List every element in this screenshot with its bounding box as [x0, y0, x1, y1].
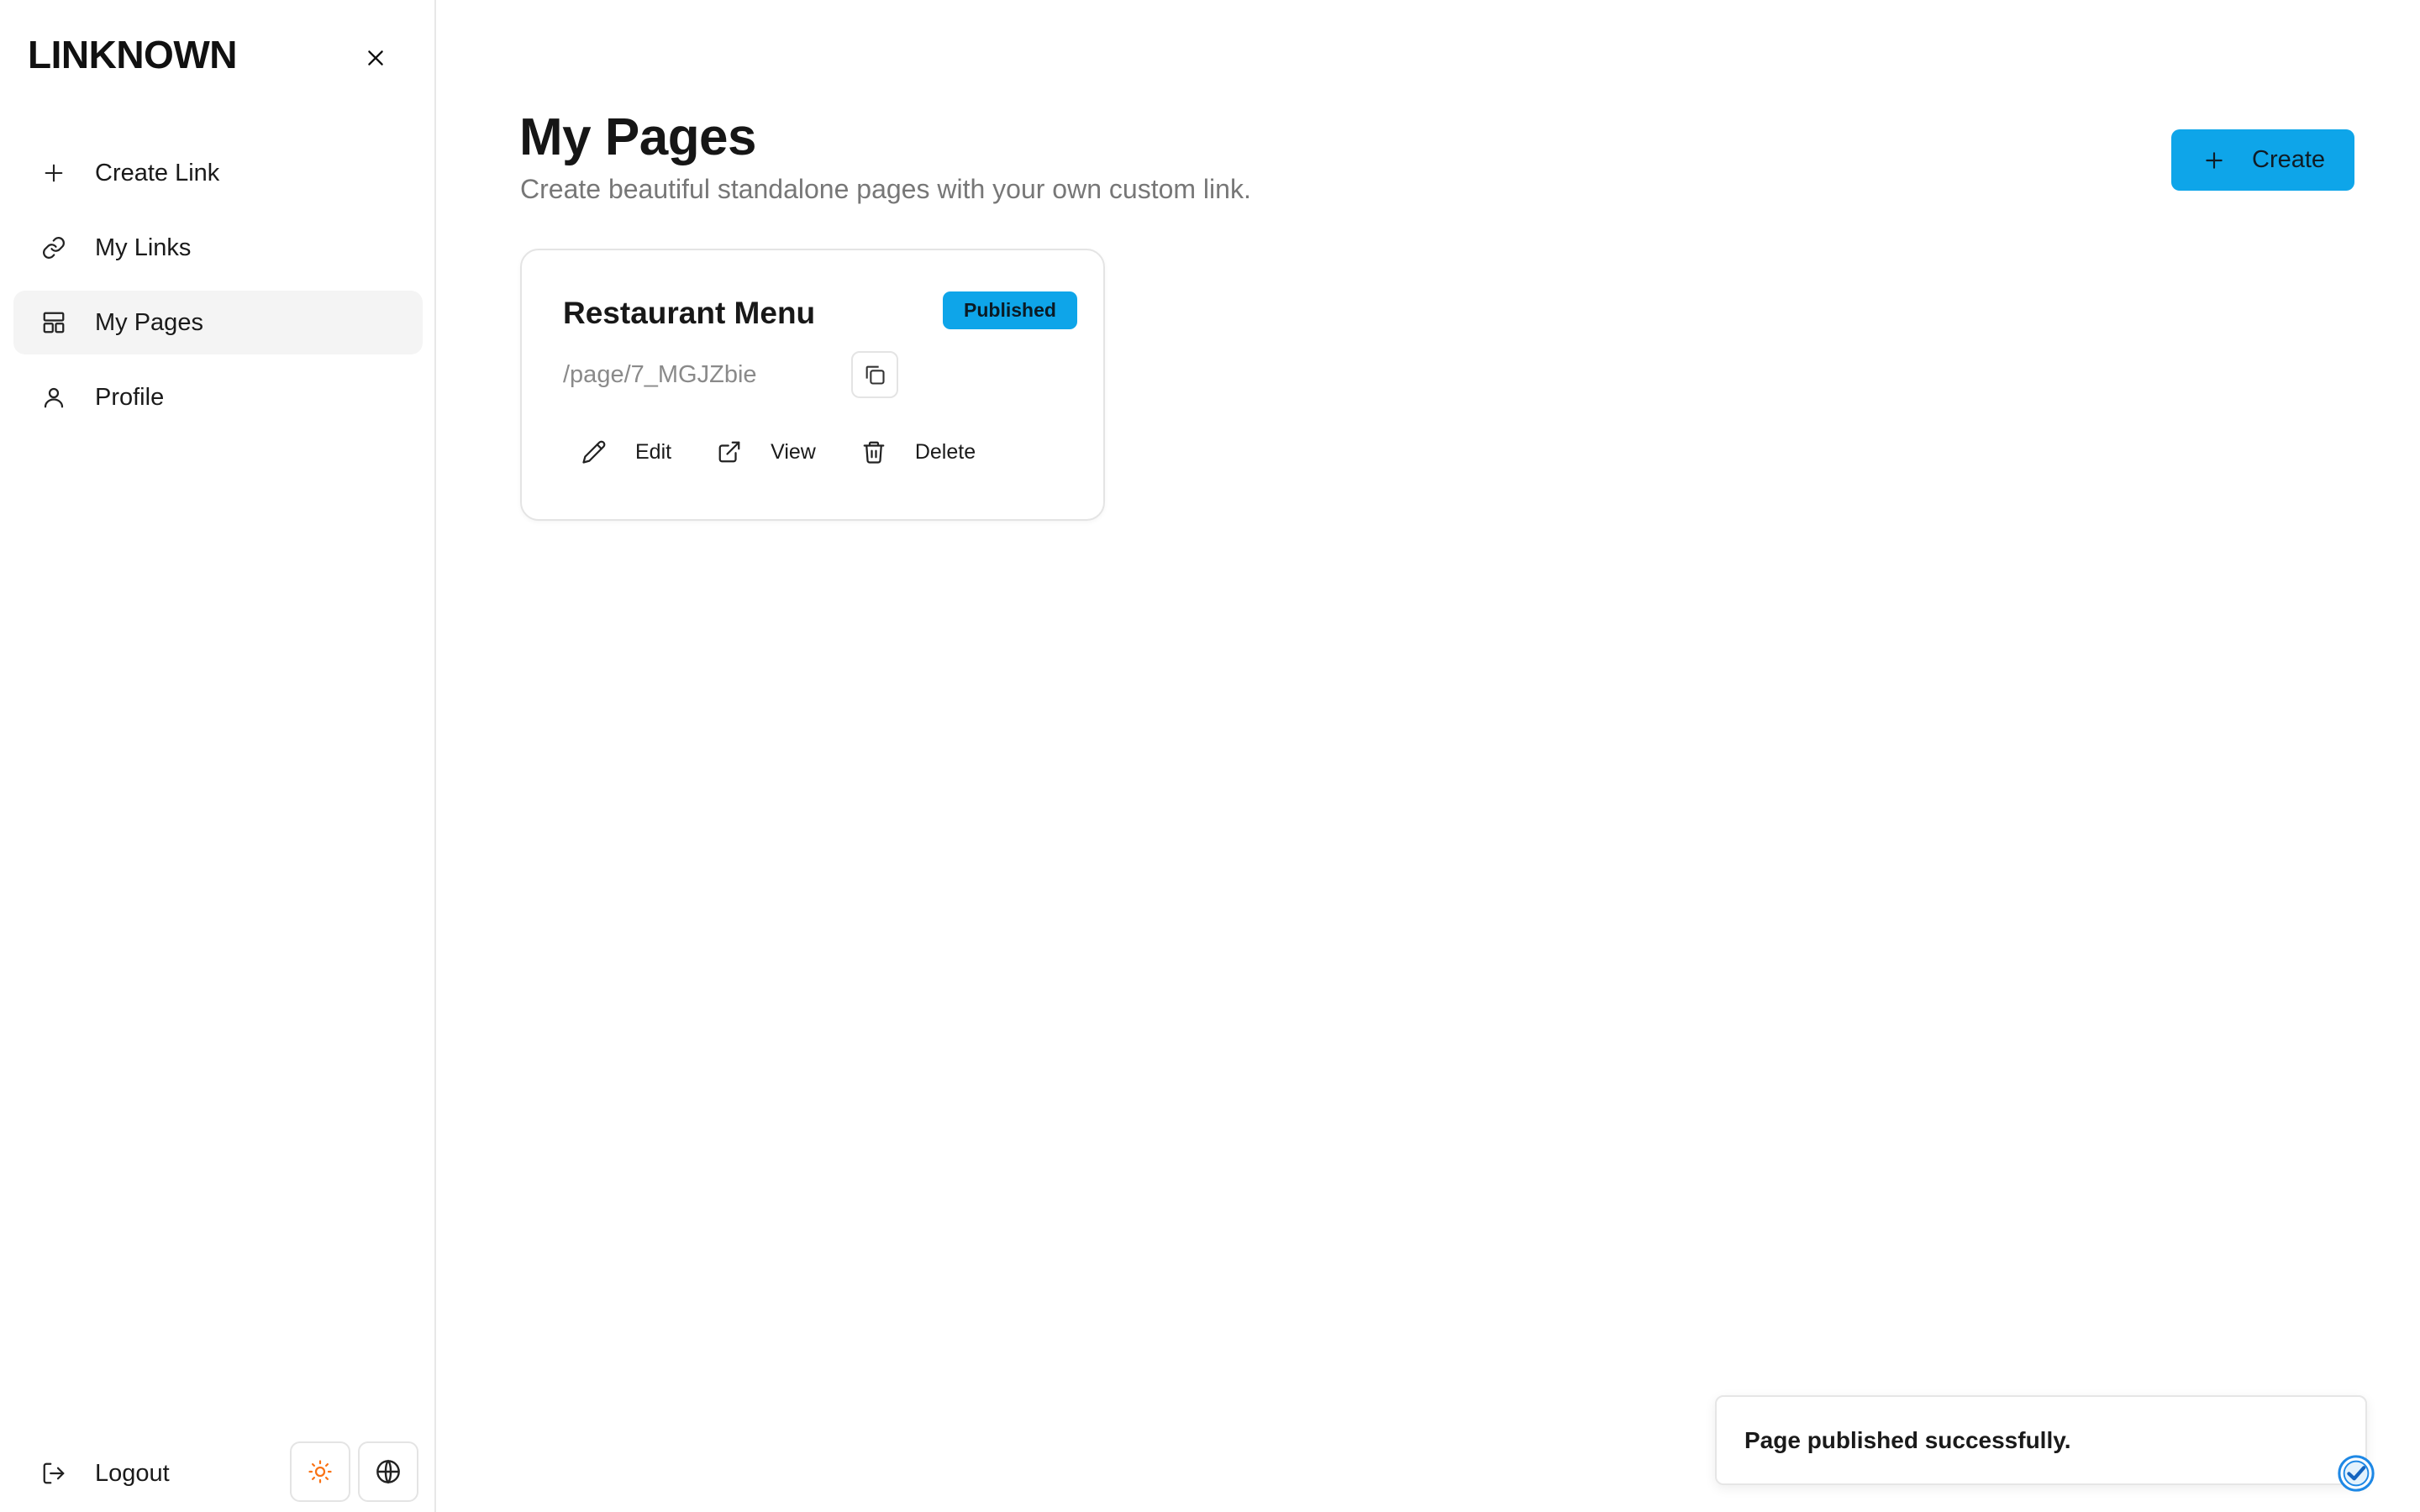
sidebar: LINKNOWN Create Link My Links My Pages P… [0, 0, 436, 1512]
create-button-label: Create [2252, 146, 2326, 173]
sidebar-footer: Logout [13, 1441, 423, 1505]
sidebar-item-label: Profile [95, 383, 165, 411]
edit-label: Edit [635, 439, 672, 464]
create-page-button[interactable]: Create [2171, 129, 2354, 191]
sidebar-item-my-pages[interactable]: My Pages [13, 291, 423, 354]
sidebar-item-my-links[interactable]: My Links [13, 216, 423, 280]
theme-toggle-button[interactable] [290, 1441, 350, 1502]
page-card-actions: Edit View Delete [563, 424, 992, 480]
delete-label: Delete [914, 439, 976, 464]
app-root: LINKNOWN Create Link My Links My Pages P… [0, 0, 2420, 1512]
view-label: View [771, 439, 816, 464]
toast-notification: Page published successfully. [1715, 1395, 2367, 1485]
pencil-icon [580, 438, 608, 466]
trash-icon [860, 438, 888, 466]
sidebar-item-profile[interactable]: Profile [13, 365, 423, 429]
page-title: My Pages [519, 108, 757, 166]
verified-check-icon[interactable] [2334, 1452, 2378, 1495]
user-icon [40, 384, 67, 411]
sun-icon [308, 1460, 332, 1483]
logout-button[interactable]: Logout [13, 1441, 266, 1505]
sidebar-item-label: Create Link [95, 159, 220, 186]
main-content: My Pages Create beautiful standalone pag… [437, 0, 2420, 1512]
language-button[interactable] [358, 1441, 418, 1502]
external-link-icon [715, 438, 744, 466]
sidebar-item-label: My Pages [95, 308, 203, 336]
view-button[interactable]: View [698, 424, 833, 480]
globe-icon [376, 1459, 400, 1484]
sidebar-item-label: My Links [95, 234, 192, 261]
sidebar-item-create-link[interactable]: Create Link [13, 141, 423, 205]
logout-icon [40, 1460, 67, 1487]
layout-icon [40, 309, 67, 336]
close-icon [368, 50, 383, 66]
sidebar-nav: Create Link My Links My Pages Profile [13, 141, 423, 440]
delete-button[interactable]: Delete [843, 424, 992, 480]
edit-button[interactable]: Edit [563, 424, 688, 480]
plus-icon [40, 160, 67, 186]
brand-logo: LINKNOWN [28, 33, 237, 76]
copy-icon [865, 365, 885, 385]
status-badge: Published [943, 291, 1077, 329]
page-path: /page/7_MGJZbie [563, 361, 757, 388]
page-card: Restaurant Menu Published /page/7_MGJZbi… [520, 249, 1105, 521]
logout-label: Logout [95, 1459, 170, 1487]
copy-link-button[interactable] [851, 351, 898, 398]
page-subtitle: Create beautiful standalone pages with y… [520, 174, 1251, 204]
plus-icon [2202, 148, 2227, 173]
close-sidebar-button[interactable] [360, 42, 392, 74]
page-card-title: Restaurant Menu [563, 296, 816, 330]
link-icon [40, 234, 67, 261]
toast-message: Page published successfully. [1744, 1426, 2071, 1453]
